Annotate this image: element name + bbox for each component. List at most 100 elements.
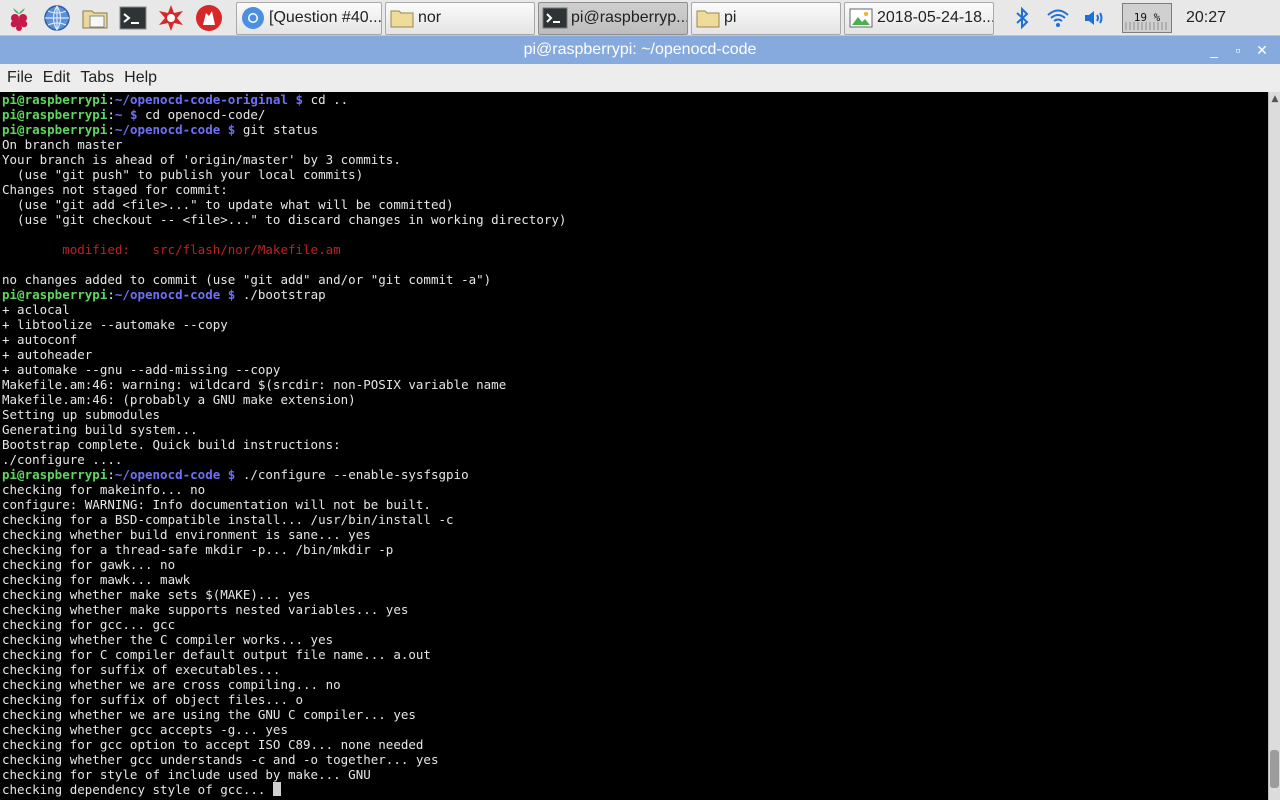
output-text: checking for C compiler default output f…	[2, 647, 431, 662]
terminal-line: + aclocal	[2, 302, 566, 317]
terminal-line: Changes not staged for commit:	[2, 182, 566, 197]
cpu-monitor[interactable]: 19 %	[1122, 2, 1172, 33]
terminal-line: Setting up submodules	[2, 407, 566, 422]
text-cursor	[272, 782, 281, 796]
output-text: Makefile.am:46: (probably a GNU make ext…	[2, 392, 356, 407]
volume-tray[interactable]	[1076, 0, 1112, 36]
output-text: checking for gcc... gcc	[2, 617, 176, 632]
output-text: (use "git add <file>..." to update what …	[2, 197, 454, 212]
terminal-line: (use "git add <file>..." to update what …	[2, 197, 566, 212]
terminal-line: checking whether build environment is sa…	[2, 527, 566, 542]
terminal-line: checking for gawk... no	[2, 557, 566, 572]
task-label: pi	[724, 9, 737, 26]
task-chromium[interactable]: [Question #40...	[236, 1, 382, 35]
output-text: + aclocal	[2, 302, 70, 317]
output-text: configure: WARNING: Info documentation w…	[2, 497, 431, 512]
raspberry-icon	[10, 7, 28, 31]
output-text: ./configure ....	[2, 452, 123, 467]
output-text: checking whether make sets $(MAKE)... ye…	[2, 587, 311, 602]
terminal-line: Bootstrap complete. Quick build instruct…	[2, 437, 566, 452]
output-text: checking whether we are using the GNU C …	[2, 707, 416, 722]
file-manager-launcher[interactable]	[76, 0, 114, 36]
file-manager-icon	[82, 10, 108, 28]
terminal-line: configure: WARNING: Info documentation w…	[2, 497, 566, 512]
output-text: + autoconf	[2, 332, 78, 347]
output-text: (use "git push" to publish your local co…	[2, 167, 364, 182]
terminal-scrollbar[interactable]: ▲	[1268, 92, 1280, 800]
output-text: Generating build system...	[2, 422, 198, 437]
terminal-line: pi@raspberrypi:~/openocd-code $ ./config…	[2, 467, 566, 482]
terminal-line: checking for mawk... mawk	[2, 572, 566, 587]
output-text: Your branch is ahead of 'origin/master' …	[2, 152, 401, 167]
window-titlebar[interactable]: pi@raspberrypi: ~/openocd-code _ ▫ ✕	[0, 36, 1280, 64]
task-terminal[interactable]: pi@raspberryp...	[538, 1, 688, 35]
terminal-line: pi@raspberrypi:~ $ cd openocd-code/	[2, 107, 566, 122]
prompt-user: pi@raspberrypi	[2, 467, 108, 482]
task-folder-nor[interactable]: nor	[385, 1, 535, 35]
task-label: [Question #40...	[269, 9, 382, 26]
math-kernel-launcher[interactable]	[152, 0, 190, 36]
terminal-output: pi@raspberrypi:~/openocd-code-original $…	[2, 92, 566, 797]
terminal-line: checking whether we are using the GNU C …	[2, 707, 566, 722]
wolfram-icon	[159, 4, 183, 31]
menu-file[interactable]: File	[2, 69, 38, 87]
task-label: nor	[418, 9, 442, 26]
window-controls: _ ▫ ✕	[1202, 36, 1274, 64]
minimize-button[interactable]: _	[1202, 42, 1226, 58]
terminal-line: checking for makeinfo... no	[2, 482, 566, 497]
output-text: checking for suffix of object files... o	[2, 692, 304, 707]
task-label: 2018-05-24-18...	[877, 9, 994, 26]
output-text: checking whether build environment is sa…	[2, 527, 371, 542]
terminal-line: Generating build system...	[2, 422, 566, 437]
scroll-up-arrow[interactable]: ▲	[1269, 92, 1280, 106]
output-text: checking whether make supports nested va…	[2, 602, 409, 617]
maximize-button[interactable]: ▫	[1226, 42, 1250, 58]
terminal-line: + autoheader	[2, 347, 566, 362]
prompt-path: ~/openocd-code $	[114, 467, 236, 482]
chromium-icon	[239, 4, 267, 32]
task-label: pi@raspberryp...	[571, 9, 688, 26]
terminal-line: checking whether make supports nested va…	[2, 602, 566, 617]
prompt-user: pi@raspberrypi	[2, 287, 108, 302]
bluetooth-tray[interactable]	[1004, 0, 1040, 36]
terminal-line: ./configure ....	[2, 452, 566, 467]
terminal-line: checking for a BSD-compatible install...…	[2, 512, 566, 527]
command-text: ./bootstrap	[235, 287, 326, 302]
wifi-tray[interactable]	[1040, 0, 1076, 36]
terminal-line: Your branch is ahead of 'origin/master' …	[2, 152, 566, 167]
wolfram-launcher[interactable]	[190, 0, 228, 36]
terminal-line: checking for gcc... gcc	[2, 617, 566, 632]
menu-help[interactable]: Help	[119, 69, 162, 87]
terminal-line: + autoconf	[2, 332, 566, 347]
output-text: checking for makeinfo... no	[2, 482, 206, 497]
output-text: Setting up submodules	[2, 407, 161, 422]
command-text: ./configure --enable-sysfsgpio	[235, 467, 469, 482]
prompt-path: ~/openocd-code $	[114, 287, 236, 302]
prompt-separator: :	[107, 107, 115, 122]
top-panel: [Question #40... nor pi@raspberryp... pi…	[0, 0, 1280, 36]
task-folder-pi[interactable]: pi	[691, 1, 841, 35]
clock[interactable]: 20:27	[1178, 9, 1234, 27]
close-button[interactable]: ✕	[1250, 42, 1274, 59]
output-text: checking whether we are cross compiling.…	[2, 677, 341, 692]
output-text: checking for gawk... no	[2, 557, 176, 572]
terminal-line: (use "git push" to publish your local co…	[2, 167, 566, 182]
raspberry-menu-button[interactable]	[0, 0, 38, 36]
output-text: checking whether gcc understands -c and …	[2, 752, 439, 767]
terminal-line: On branch master	[2, 137, 566, 152]
scroll-thumb[interactable]	[1270, 750, 1279, 788]
prompt-path: ~/openocd-code $	[114, 122, 236, 137]
terminal-line: checking dependency style of gcc...	[2, 782, 566, 797]
menu-tabs[interactable]: Tabs	[75, 69, 119, 87]
web-browser-launcher[interactable]	[38, 0, 76, 36]
terminal-area[interactable]: pi@raspberrypi:~/openocd-code-original $…	[0, 92, 1268, 800]
terminal-line: checking whether make sets $(MAKE)... ye…	[2, 587, 566, 602]
terminal-launcher[interactable]	[114, 0, 152, 36]
prompt-user: pi@raspberrypi	[2, 122, 108, 137]
menu-edit[interactable]: Edit	[38, 69, 76, 87]
task-image-viewer[interactable]: 2018-05-24-18...	[844, 1, 994, 35]
prompt-user: pi@raspberrypi	[2, 107, 108, 122]
terminal-line: checking for suffix of object files... o	[2, 692, 566, 707]
output-text: checking whether the C compiler works...…	[2, 632, 334, 647]
command-text: cd openocd-code/	[137, 107, 266, 122]
